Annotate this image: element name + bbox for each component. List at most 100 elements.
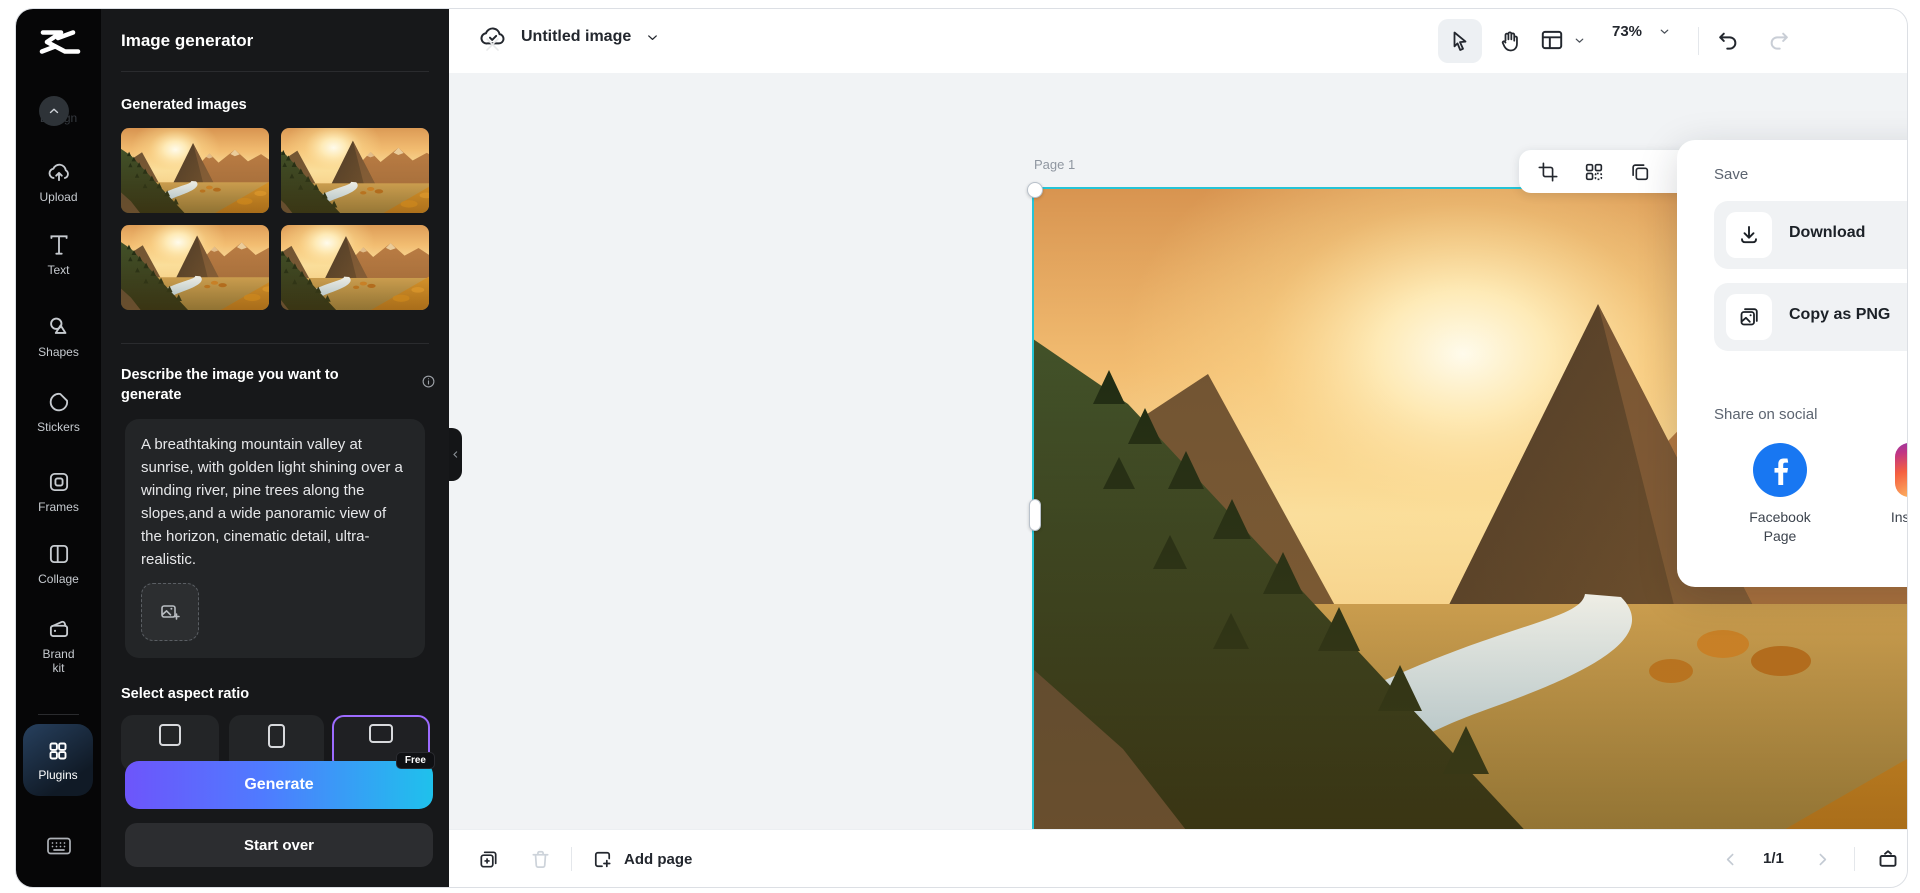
document-title[interactable]: Untitled image	[521, 28, 631, 46]
canvas-area[interactable]: Page 1 Save Download Copy as PNG Share o…	[449, 73, 1908, 848]
add-page-icon	[594, 851, 611, 867]
layout-tool-button[interactable]	[1539, 27, 1586, 53]
sidebar-item-shapes[interactable]: Shapes	[16, 314, 101, 359]
plugins-icon	[49, 742, 67, 759]
select-tool-button[interactable]	[1438, 19, 1482, 63]
duplicate-page-button[interactable]	[471, 842, 505, 876]
grid-icon	[1585, 163, 1603, 181]
redo-icon	[1770, 32, 1788, 50]
facebook-icon	[1774, 458, 1789, 485]
zoom-level-value: 73%	[1612, 23, 1643, 40]
previous-page-button[interactable]	[1713, 842, 1747, 876]
add-page-button[interactable]: Add page	[591, 842, 692, 876]
zoom-level-control[interactable]: 73%	[1612, 23, 1671, 40]
bottom-divider	[571, 847, 572, 871]
resize-handle-left[interactable]	[1029, 499, 1041, 531]
save-section-heading: Save	[1714, 166, 1749, 183]
resize-handle-top-left[interactable]	[1027, 182, 1043, 198]
chevron-right-icon	[1819, 853, 1826, 865]
panel-collapse-handle[interactable]	[449, 428, 462, 481]
share-section-heading: Share on social	[1714, 406, 1818, 423]
landscape-ratio-icon	[369, 724, 393, 743]
generated-images-heading: Generated images	[121, 97, 247, 113]
info-icon	[420, 373, 436, 389]
facebook-share-label: Facebook Page	[1749, 509, 1811, 544]
download-menu-item[interactable]: Download	[1714, 201, 1907, 269]
text-icon	[49, 235, 68, 255]
undo-icon	[1718, 32, 1736, 50]
crop-icon	[1538, 162, 1558, 182]
app-window: Design Upload Text Shapes Stickers Frame…	[15, 8, 1908, 888]
page-manager-button[interactable]	[1871, 842, 1905, 876]
chevron-down-icon[interactable]	[645, 30, 660, 45]
sidebar-item-label: Text	[47, 263, 70, 277]
page-manager-icon	[1879, 850, 1897, 867]
generated-image-thumbnail[interactable]	[121, 128, 269, 213]
generated-image-thumbnail[interactable]	[281, 225, 429, 310]
next-page-button[interactable]	[1805, 842, 1839, 876]
duplicate-icon	[1632, 164, 1649, 181]
screenshot-root: Design Upload Text Shapes Stickers Frame…	[0, 0, 1920, 893]
close-icon	[485, 37, 499, 51]
prompt-textarea[interactable]: A breathtaking mountain valley at sunris…	[125, 419, 425, 658]
capcut-logo	[33, 28, 83, 61]
download-menu-label: Download	[1789, 224, 1866, 241]
generate-button[interactable]: Generate Free	[125, 752, 435, 809]
square-ratio-icon	[159, 724, 181, 746]
sidebar-item-brand-kit[interactable]: Brand kit	[16, 616, 101, 675]
page-label: Page 1	[1034, 157, 1076, 172]
sidebar-item-label: Upload	[39, 190, 78, 204]
generated-image-thumbnail[interactable]	[281, 128, 429, 213]
facebook-share-button[interactable]	[1753, 443, 1807, 497]
chevron-down-icon	[1575, 38, 1584, 43]
keyboard-shortcuts-button[interactable]	[44, 834, 74, 858]
sidebar-item-upload[interactable]: Upload	[16, 159, 101, 204]
panel-divider	[121, 71, 429, 72]
chevron-down-icon	[1660, 29, 1669, 34]
sidebar-item-frames[interactable]: Frames	[16, 469, 101, 514]
copy-as-png-label: Copy as PNG	[1789, 306, 1891, 323]
chevron-left-icon	[1726, 853, 1733, 865]
download-icon-tile	[1726, 212, 1772, 258]
upload-cloud-icon	[48, 163, 69, 182]
collapse-panel-button[interactable]	[39, 96, 69, 126]
add-reference-image-button[interactable]	[141, 583, 199, 641]
sidebar-item-stickers[interactable]: Stickers	[16, 389, 101, 434]
panel-divider	[121, 343, 429, 344]
collage-icon	[49, 544, 68, 564]
duplicate-page-icon	[479, 850, 497, 868]
generated-image-thumbnail[interactable]	[121, 225, 269, 310]
sidebar-item-label: Plugins	[38, 767, 78, 782]
undo-button[interactable]	[1712, 25, 1744, 57]
instagram-share-button[interactable]	[1895, 443, 1908, 497]
delete-page-button[interactable]	[523, 842, 557, 876]
save-dropdown-menu: Save Download Copy as PNG Share on socia…	[1677, 140, 1908, 587]
duplicate-button[interactable]	[1625, 157, 1655, 187]
top-toolbar: Untitled image 73% Download all	[449, 9, 1907, 73]
free-badge: Free	[395, 752, 435, 769]
bottom-toolbar: Add page 1/1	[449, 829, 1907, 887]
layout-grid-button[interactable]	[1579, 157, 1609, 187]
start-over-button[interactable]: Start over	[125, 823, 433, 867]
add-page-label: Add page	[624, 850, 693, 868]
copy-as-png-menu-item[interactable]: Copy as PNG	[1714, 283, 1907, 351]
copy-png-icon-tile	[1726, 294, 1772, 340]
sidebar-item-plugins[interactable]: Plugins	[23, 724, 93, 796]
instagram-share-label: Instagram	[1890, 509, 1907, 525]
chevron-left-icon	[453, 451, 458, 458]
hand-tool-button[interactable]	[1492, 25, 1528, 57]
prompt-label: Describe the image you want to generate	[121, 367, 339, 403]
panel-title: Image generator	[121, 31, 254, 50]
prompt-text: A breathtaking mountain valley at sunris…	[141, 436, 403, 568]
redo-button[interactable]	[1762, 25, 1794, 57]
app-sidebar: Design Upload Text Shapes Stickers Frame…	[16, 9, 101, 887]
sidebar-item-text[interactable]: Text	[16, 232, 101, 277]
crop-button[interactable]	[1533, 157, 1563, 187]
image-generator-panel: Image generator Generated images Describ…	[101, 9, 499, 887]
close-panel-button[interactable]	[479, 31, 505, 57]
instagram-icon	[1906, 454, 1908, 486]
cursor-icon	[1453, 31, 1467, 51]
chevron-up-icon	[49, 108, 59, 114]
image-plus-icon	[161, 605, 180, 620]
sidebar-item-collage[interactable]: Collage	[16, 541, 101, 586]
